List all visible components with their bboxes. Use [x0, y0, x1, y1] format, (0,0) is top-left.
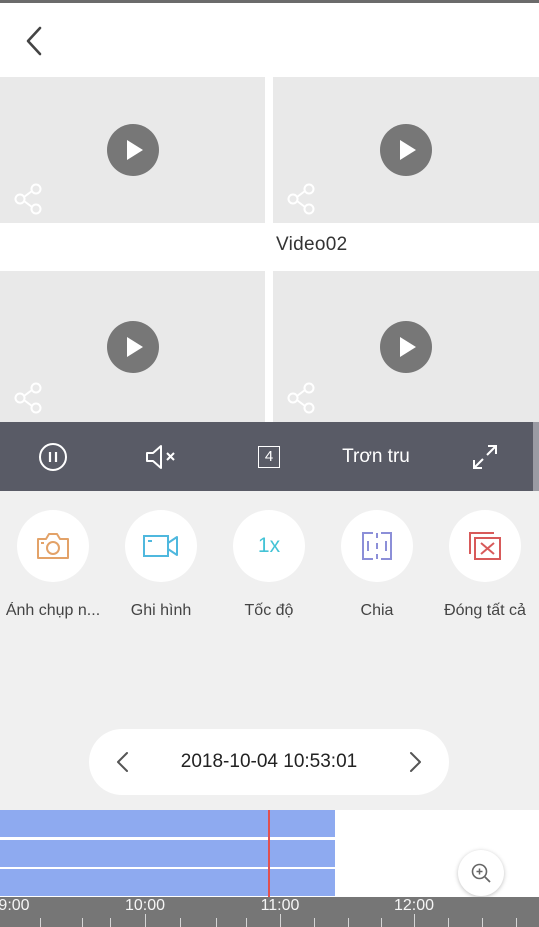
- split-icon: [362, 532, 392, 560]
- ruler-tick: [110, 918, 111, 927]
- chevron-right-icon[interactable]: [405, 750, 425, 774]
- action-label: Ghi hình: [130, 602, 192, 619]
- playback-datetime[interactable]: 2018-10-04 10:53:01: [89, 751, 449, 773]
- ruler-label: 12:00: [393, 897, 435, 914]
- action-circle: [449, 510, 521, 582]
- ruler-tick: [145, 914, 146, 927]
- ruler-label: 11:00: [260, 897, 300, 914]
- ruler-tick: [246, 918, 247, 927]
- play-icon[interactable]: [380, 124, 432, 176]
- playhead[interactable]: [268, 810, 270, 900]
- action-circle: [17, 510, 89, 582]
- action-circle: [125, 510, 197, 582]
- video-camera-icon: [143, 535, 178, 557]
- ruler-tick: [180, 918, 181, 927]
- action-label: Đóng tất cả: [444, 602, 526, 619]
- ruler-tick: [448, 918, 449, 927]
- chevron-left-icon: [26, 26, 42, 56]
- recording-segment: [0, 810, 335, 837]
- snapshot-button[interactable]: Ảnh chụp n...: [0, 510, 107, 620]
- ruler-tick: [414, 914, 415, 927]
- back-button[interactable]: [18, 22, 52, 60]
- action-circle: 1x: [233, 510, 305, 582]
- layout-count: 4: [264, 448, 274, 465]
- play-icon[interactable]: [106, 320, 159, 373]
- share-icon[interactable]: [285, 181, 317, 217]
- ruler-tick: [348, 918, 349, 927]
- share-icon[interactable]: [12, 181, 44, 217]
- layout-button[interactable]: 4: [244, 422, 294, 491]
- action-label: Ảnh chụp n...: [5, 602, 101, 619]
- recording-segment: [0, 840, 335, 867]
- scrollbar[interactable]: [533, 422, 539, 491]
- action-label: Chia: [360, 602, 394, 619]
- video-tile-2[interactable]: [273, 77, 539, 223]
- share-icon[interactable]: [285, 380, 317, 416]
- ruler-tick: [516, 918, 517, 927]
- layout-count-box: 4: [258, 445, 280, 468]
- quality-selector[interactable]: Trơn tru: [326, 422, 426, 491]
- action-label: Tốc độ: [244, 602, 294, 619]
- video-tile-4[interactable]: [273, 271, 539, 422]
- ruler-tick: [482, 918, 483, 927]
- video-tile-3[interactable]: [0, 271, 265, 422]
- expand-icon: [473, 444, 497, 469]
- pause-circle-icon: [39, 442, 67, 471]
- speed-icon: 1x: [257, 534, 281, 557]
- zoom-in-icon: [471, 863, 491, 883]
- ruler-label: 9:00: [0, 897, 30, 914]
- ruler-tick: [40, 918, 41, 927]
- play-icon[interactable]: [106, 124, 159, 176]
- camera-icon: [37, 533, 69, 559]
- ruler-label: 10:00: [124, 897, 166, 914]
- split-button[interactable]: Chia: [323, 510, 431, 620]
- pause-button[interactable]: [28, 422, 78, 491]
- fullscreen-button[interactable]: [460, 422, 510, 491]
- video-tile-1[interactable]: [0, 77, 265, 223]
- ruler-tick: [280, 914, 281, 927]
- playback-date-selector: 2018-10-04 10:53:01: [89, 729, 449, 795]
- record-button[interactable]: Ghi hình: [107, 510, 215, 620]
- zoom-in-button[interactable]: [458, 850, 504, 896]
- action-circle: [341, 510, 413, 582]
- close-all-icon: [469, 532, 501, 560]
- share-icon[interactable]: [12, 380, 44, 416]
- speed-button[interactable]: 1x Tốc độ: [215, 510, 323, 620]
- video-tile-label: Video02: [276, 234, 348, 255]
- ruler-tick: [381, 918, 382, 927]
- ruler-tick: [216, 918, 217, 927]
- ruler-tick: [314, 918, 315, 927]
- close-all-button[interactable]: Đóng tất cả: [431, 510, 539, 620]
- status-divider: [0, 0, 539, 3]
- play-icon[interactable]: [380, 320, 432, 373]
- mute-button[interactable]: [136, 422, 186, 491]
- player-control-bar: 4 Trơn tru: [0, 422, 539, 491]
- time-ruler[interactable]: 9:00 10:00 11:00 12:00: [0, 897, 539, 927]
- recording-segment: [0, 869, 335, 896]
- speaker-muted-icon: [146, 444, 175, 469]
- ruler-tick: [82, 918, 83, 927]
